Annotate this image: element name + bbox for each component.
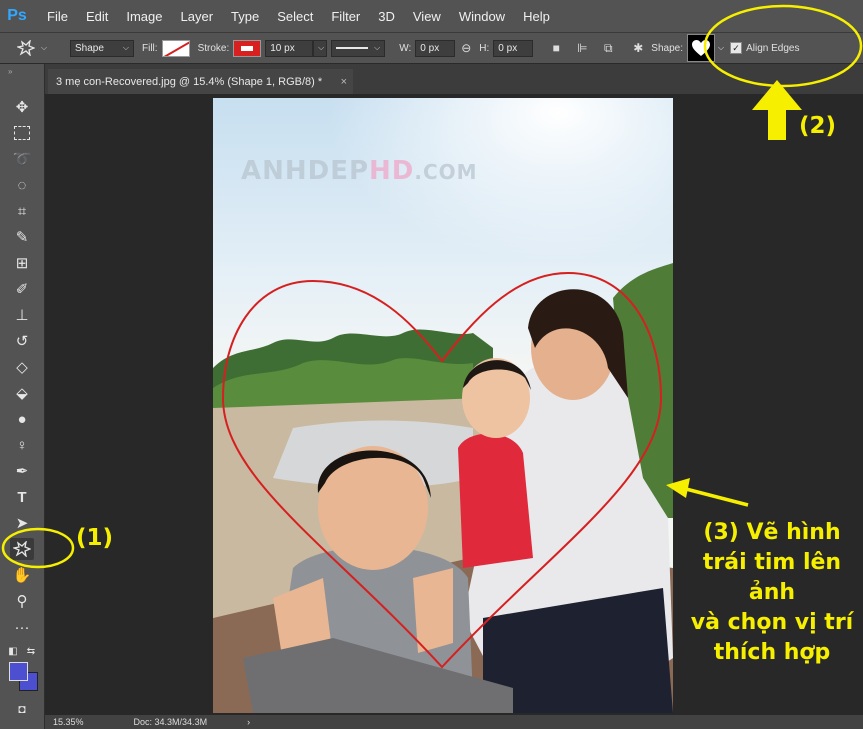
annotation-step-1: (1) [76, 525, 114, 551]
menu-select[interactable]: Select [268, 9, 322, 24]
stroke-width-dropdown[interactable]: ⌵ [313, 39, 328, 57]
dodge-icon[interactable]: ♀ [10, 434, 34, 456]
more-icon[interactable]: ··· [10, 616, 34, 638]
panel-collapse-icon[interactable]: » [8, 67, 12, 76]
fill-swatch[interactable] [161, 39, 190, 57]
stroke-type-select[interactable]: ⌵ [331, 39, 386, 57]
path-select-icon[interactable]: ➤ [10, 512, 34, 534]
menu-image[interactable]: Image [117, 9, 171, 24]
type-icon[interactable]: T [10, 486, 34, 508]
path-operations-icon[interactable]: ■ [545, 41, 567, 55]
mode-select[interactable]: Shape ⌵ [70, 39, 134, 57]
default-colors-icon[interactable]: ◧ [6, 640, 20, 662]
menu-help[interactable]: Help [514, 9, 559, 24]
align-edges-label: Align Edges [746, 42, 800, 54]
zoom-level[interactable]: 15.35% [53, 717, 84, 727]
custom-shape-icon [13, 541, 31, 557]
path-arrangement-icon[interactable]: ⧉ [597, 41, 619, 56]
menu-filter[interactable]: Filter [322, 9, 369, 24]
menu-file[interactable]: File [38, 9, 77, 24]
foreground-color-swatch[interactable] [9, 662, 28, 681]
brush-icon[interactable]: ✐ [10, 278, 34, 300]
width-field[interactable]: 0 px [415, 39, 456, 57]
stamp-icon[interactable]: ⊥ [10, 304, 34, 326]
custom-shape-tool[interactable] [10, 538, 34, 560]
close-icon[interactable]: × [341, 76, 347, 88]
photo-image [213, 98, 673, 713]
healing-icon[interactable]: ⊞ [10, 252, 34, 274]
watermark-logo: ANHDEPHD.COM [241, 156, 478, 186]
quick-select-icon[interactable]: ◌ [10, 174, 34, 196]
options-bar: ⌵ Shape ⌵ Fill: Stroke: 10 px ⌵ ⌵ W: 0 px… [0, 32, 863, 64]
stroke-swatch[interactable] [233, 39, 262, 57]
quick-mask-icon[interactable]: ◘ [10, 698, 34, 720]
line-style-preview [336, 47, 369, 49]
status-bar: 15.35% Doc: 34.3M/34.3M › [45, 715, 863, 729]
swap-colors-icon[interactable]: ⇆ [24, 640, 38, 662]
align-edges-checkbox[interactable]: ✓ [730, 42, 743, 54]
shape-picker[interactable] [687, 34, 715, 62]
custom-shape-icon [16, 40, 35, 56]
height-field[interactable]: 0 px [493, 39, 534, 57]
document-tab[interactable]: 3 mẹ con-Recovered.jpg @ 15.4% (Shape 1,… [48, 69, 353, 94]
eraser-icon[interactable]: ◇ [10, 356, 34, 378]
menu-type[interactable]: Type [222, 9, 268, 24]
paint-bucket-icon[interactable]: ⬙ [10, 382, 34, 404]
move-icon[interactable]: ✥ [10, 96, 34, 118]
history-brush-icon[interactable]: ↺ [10, 330, 34, 352]
document-canvas[interactable]: ANHDEPHD.COM [213, 98, 673, 713]
marquee-icon[interactable] [10, 122, 34, 144]
chevron-down-icon[interactable]: ⌵ [718, 43, 724, 53]
chevron-down-icon: ⌵ [40, 43, 48, 52]
pen-icon[interactable]: ✒ [10, 460, 34, 482]
eyedropper-icon[interactable]: ✎ [10, 226, 34, 248]
menu-edit[interactable]: Edit [77, 9, 117, 24]
doc-size: Doc: 34.3M/34.3M [133, 717, 208, 727]
fill-label: Fill: [142, 42, 158, 54]
document-tabbar: 3 mẹ con-Recovered.jpg @ 15.4% (Shape 1,… [45, 64, 863, 94]
shape-label: Shape: [651, 42, 683, 54]
zoom-icon[interactable]: ⚲ [10, 590, 34, 612]
menu-3d[interactable]: 3D [369, 9, 404, 24]
lasso-icon[interactable]: ➰ [10, 148, 34, 170]
chevron-down-icon: ⌵ [318, 43, 325, 52]
chevron-down-icon: ⌵ [374, 43, 381, 52]
path-alignment-icon[interactable]: ⊫ [571, 41, 593, 55]
annotation-step-2: (2) [799, 113, 837, 139]
menu-bar: Ps File Edit Image Layer Type Select Fil… [0, 0, 863, 32]
stroke-width-field[interactable]: 10 px [265, 39, 314, 57]
menu-view[interactable]: View [404, 9, 450, 24]
stroke-label: Stroke: [197, 42, 230, 54]
blur-icon[interactable]: ● [10, 408, 34, 430]
hand-icon[interactable]: ✋ [10, 564, 34, 586]
heart-icon [692, 40, 710, 56]
annotation-step-3: (3) Vẽ hình trái tim lên ảnh và chọn vị … [690, 520, 854, 665]
gear-icon[interactable]: ✱ [627, 41, 649, 55]
tools-panel: » ✥ ➰ ◌ ⌗ ✎ ⊞ ✐ ⊥ ↺ ◇ ⬙ ● ♀ ✒ T ➤ ✋ ⚲ ··… [0, 64, 45, 729]
photoshop-logo: Ps [7, 7, 27, 24]
tool-preset-picker[interactable]: ⌵ [14, 40, 50, 56]
menu-window[interactable]: Window [450, 9, 514, 24]
crop-icon[interactable]: ⌗ [10, 200, 34, 222]
document-tab-title: 3 mẹ con-Recovered.jpg @ 15.4% (Shape 1,… [56, 75, 323, 88]
status-menu-arrow[interactable]: › [247, 717, 250, 727]
w-label: W: [399, 42, 412, 54]
h-label: H: [479, 42, 490, 54]
chevron-down-icon: ⌵ [122, 43, 129, 52]
menu-layer[interactable]: Layer [172, 9, 223, 24]
link-icon[interactable]: ⊖ [455, 41, 477, 55]
